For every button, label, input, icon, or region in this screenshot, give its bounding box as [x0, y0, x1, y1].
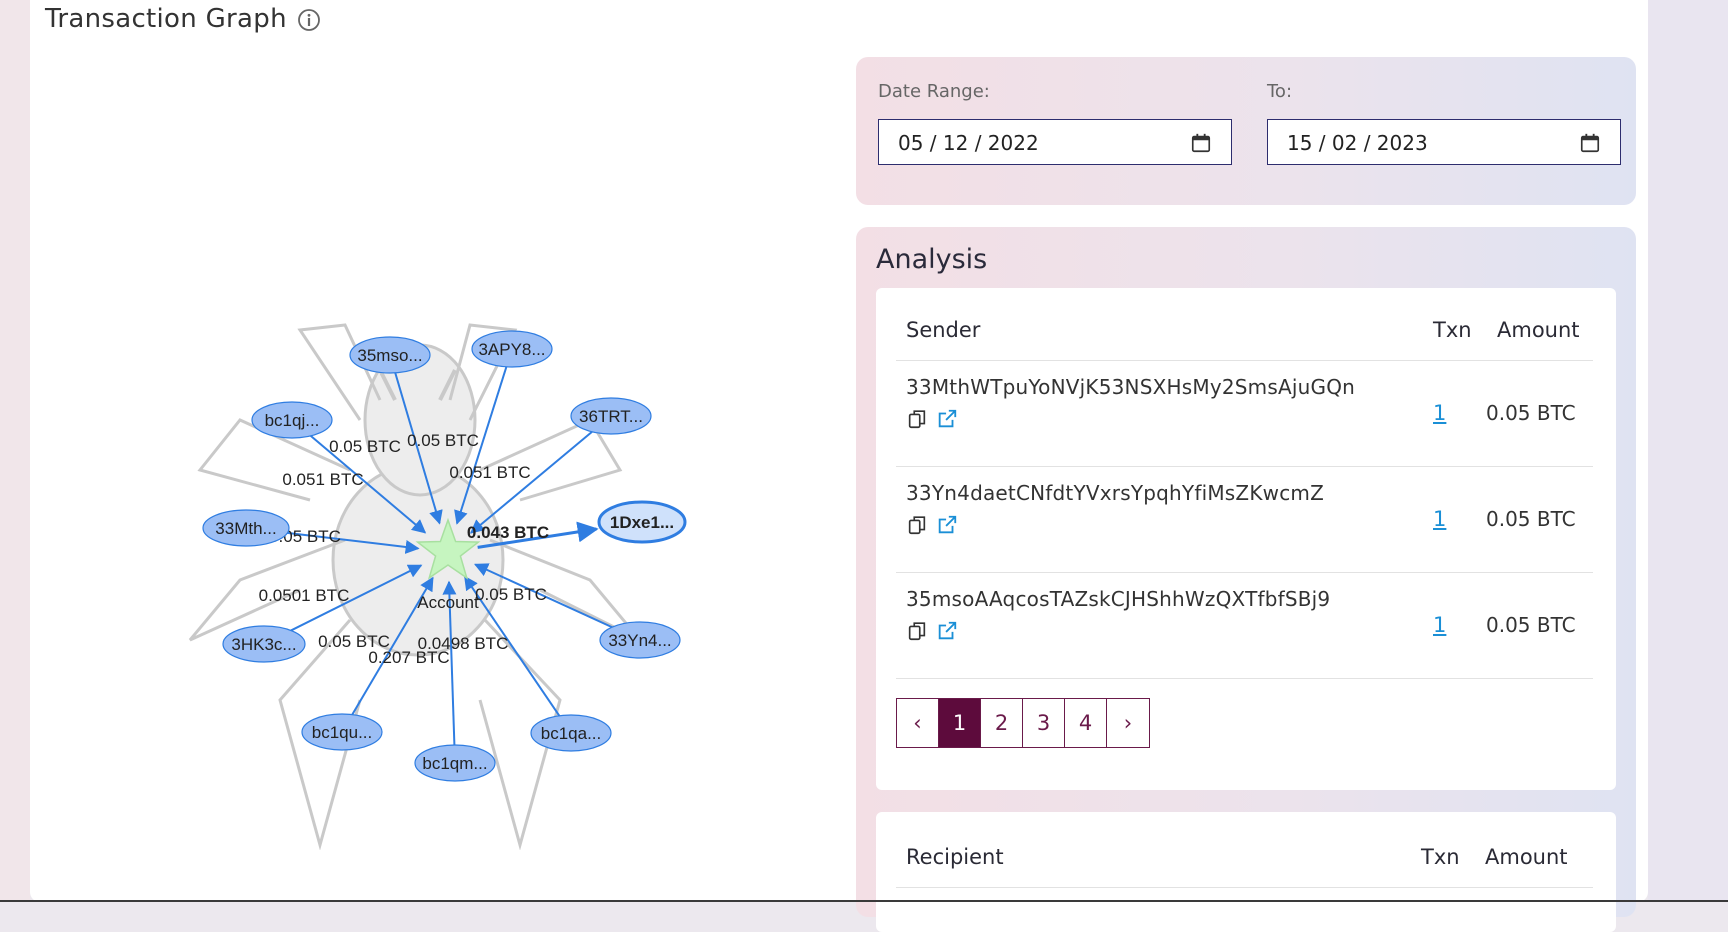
- sender-pagination: ‹ 1 2 3 4 ›: [896, 698, 1150, 748]
- calendar-icon[interactable]: [1579, 132, 1601, 154]
- amount-value: 0.05 BTC: [1486, 613, 1576, 637]
- address-node[interactable]: bc1qu...: [301, 713, 383, 751]
- address-node[interactable]: 33Yn4...: [599, 621, 681, 659]
- txn-count-link[interactable]: 1: [1433, 507, 1446, 531]
- row-divider: [896, 678, 1593, 679]
- address-node[interactable]: bc1qj...: [251, 401, 333, 439]
- row-divider: [896, 572, 1593, 573]
- address-node-label: 3APY8...: [478, 340, 545, 359]
- sender-address: 33Yn4daetCNfdtYVxrsYpqhYfiMsZKwcmZ: [906, 481, 1324, 505]
- edge-amount-label: 0.05 BTC: [475, 585, 547, 604]
- txn-header: Txn: [1433, 318, 1472, 342]
- sender-header: Sender: [906, 318, 981, 342]
- address-node[interactable]: 1Dxe1...: [597, 500, 687, 544]
- pagination-page-3[interactable]: 3: [1023, 699, 1065, 747]
- pagination-next-button[interactable]: ›: [1107, 699, 1149, 747]
- recipient-header: Recipient: [906, 845, 1004, 869]
- pagination-prev-button[interactable]: ‹: [897, 699, 939, 747]
- info-circle-icon[interactable]: [297, 8, 321, 32]
- address-node[interactable]: 3HK3c...: [222, 625, 306, 663]
- edge-amount-label: 0.051 BTC: [449, 463, 530, 482]
- date-range-to-label: To:: [1267, 81, 1293, 102]
- address-node-label: 36TRT...: [579, 407, 643, 426]
- page-background-right: [1648, 0, 1728, 902]
- address-node-label: bc1qu...: [312, 723, 373, 742]
- address-node-label: 33Mth...: [215, 519, 276, 538]
- txn-count-link[interactable]: 1: [1433, 401, 1446, 425]
- spider-watermark: [188, 323, 642, 850]
- copy-icon[interactable]: [906, 620, 928, 642]
- header-divider: [896, 360, 1593, 361]
- sender-address: 35msoAAqcosTAZskCJHShhWzQXTfbfSBj9: [906, 587, 1331, 611]
- txn-count-link[interactable]: 1: [1433, 613, 1446, 637]
- account-node-label: Account: [417, 593, 479, 612]
- address-node[interactable]: 36TRT...: [570, 397, 652, 435]
- date-from-value: 05 / 12 / 2022: [898, 131, 1039, 155]
- txn-header: Txn: [1421, 845, 1460, 869]
- edge-amount-label: 0.05 BTC: [407, 431, 479, 450]
- copy-icon[interactable]: [906, 514, 928, 536]
- edge-amount-label: 0.043 BTC: [467, 523, 549, 542]
- header-divider: [896, 887, 1593, 888]
- calendar-icon[interactable]: [1190, 132, 1212, 154]
- address-node[interactable]: 35mso...: [349, 336, 431, 374]
- address-node-label: 35mso...: [357, 346, 422, 365]
- edge-amount-label: 0.0498 BTC: [418, 634, 509, 653]
- address-node[interactable]: 33Mth...: [202, 509, 290, 547]
- recipient-table: Recipient Txn Amount: [876, 812, 1616, 932]
- page-title: Transaction Graph: [45, 4, 287, 34]
- sender-address: 33MthWTpuYoNVjK53NSXHsMy2SmsAjuGQn: [906, 375, 1356, 399]
- address-node-label: bc1qa...: [541, 724, 602, 743]
- address-node-label: 1Dxe1...: [610, 513, 674, 532]
- edge-amount-label: 0.05 BTC: [329, 437, 401, 456]
- analysis-title: Analysis: [876, 244, 988, 275]
- copy-icon[interactable]: [906, 408, 928, 430]
- date-range-from-label: Date Range:: [878, 81, 990, 102]
- transaction-graph[interactable]: 0.05 BTC 0.05 BTC 0.051 BTC 0.051 BTC 0.05 B…: [180, 315, 720, 850]
- analysis-panel: Analysis Sender Txn Amount 33MthWTpuYoNV…: [856, 227, 1636, 932]
- address-node-label: 33Yn4...: [608, 631, 671, 650]
- pagination-page-2[interactable]: 2: [981, 699, 1023, 747]
- address-node[interactable]: bc1qa...: [530, 714, 612, 752]
- amount-value: 0.05 BTC: [1486, 507, 1576, 531]
- pagination-page-4[interactable]: 4: [1065, 699, 1107, 747]
- amount-header: Amount: [1497, 318, 1580, 342]
- amount-value: 0.05 BTC: [1486, 401, 1576, 425]
- date-to-value: 15 / 02 / 2023: [1287, 131, 1428, 155]
- address-node[interactable]: 3APY8...: [471, 330, 553, 368]
- address-node[interactable]: bc1qm...: [414, 744, 496, 782]
- page-background-left: [0, 0, 30, 902]
- sender-table: Sender Txn Amount 33MthWTpuYoNVjK53NSXHs…: [876, 288, 1616, 790]
- amount-header: Amount: [1485, 845, 1568, 869]
- external-link-icon[interactable]: [936, 408, 958, 430]
- edge-amount-label: 0.0501 BTC: [259, 586, 350, 605]
- address-node-label: 3HK3c...: [231, 635, 296, 654]
- pagination-page-1[interactable]: 1: [939, 699, 981, 747]
- date-range-panel: Date Range: 05 / 12 / 2022 To: 15 / 02 /…: [856, 57, 1636, 205]
- address-node-label: bc1qj...: [265, 411, 320, 430]
- external-link-icon[interactable]: [936, 620, 958, 642]
- row-divider: [896, 466, 1593, 467]
- address-node-label: bc1qm...: [422, 754, 487, 773]
- edge-amount-label: 0.051 BTC: [282, 470, 363, 489]
- date-to-input[interactable]: 15 / 02 / 2023: [1267, 119, 1621, 165]
- external-link-icon[interactable]: [936, 514, 958, 536]
- date-from-input[interactable]: 05 / 12 / 2022: [878, 119, 1232, 165]
